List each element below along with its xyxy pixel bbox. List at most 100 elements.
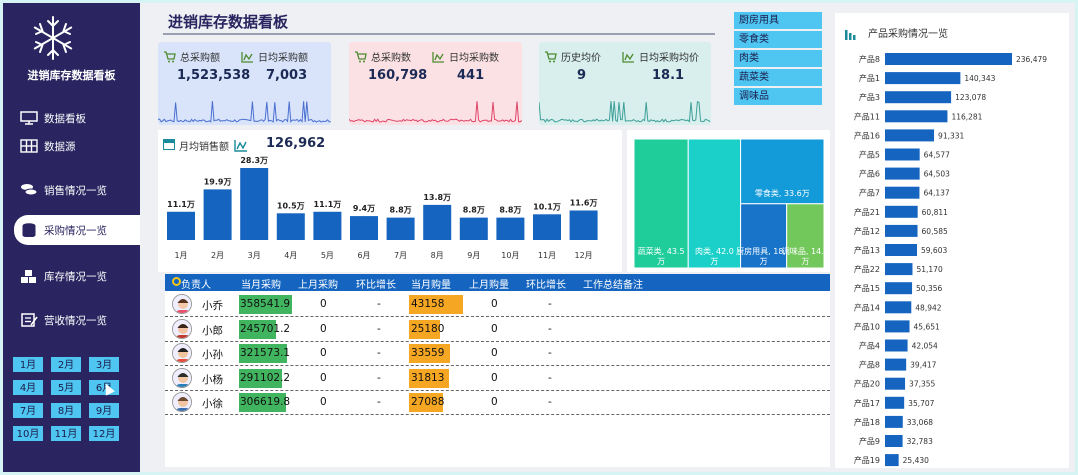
table-row[interactable]: 小乔 358541.9 0 - 43158 0 - <box>165 292 830 317</box>
purchase-growth: - <box>377 298 381 310</box>
dashboard-frame: 进销库存数据看板 数据看板数据源销售情况一览采购情况一览库存情况一览营收情况一览… <box>3 3 1075 472</box>
purchaser-name: 小徐 <box>202 398 223 410</box>
page-title: 进销库存数据看板 <box>168 13 289 31</box>
purchaser-name: 小郎 <box>202 324 223 337</box>
product-bar-2 <box>885 72 961 85</box>
sidebar-item-4[interactable]: 采购情况一览 <box>14 215 140 245</box>
previous-quantity: 0 <box>491 347 498 359</box>
sidebar-item-1[interactable]: 数据看板 <box>14 103 140 133</box>
monthly-month-label: 5月 <box>321 251 334 260</box>
monthly-month-label: 12月 <box>575 251 593 260</box>
sidebar-item-6[interactable]: 营收情况一览 <box>14 305 140 335</box>
column-header-2[interactable]: 当月采购 <box>241 276 281 291</box>
month-button-3[interactable]: 3月 <box>88 356 120 373</box>
product-value-label: 64,137 <box>923 189 949 198</box>
category-button-4[interactable]: 蔬菜类 <box>734 69 822 86</box>
current-quantity: 25180 <box>411 322 445 335</box>
month-button-10[interactable]: 10月 <box>12 425 44 442</box>
month-button-5[interactable]: 5月 <box>50 379 82 396</box>
product-bar-11 <box>885 244 918 256</box>
table-row[interactable]: 小孙 321573.1 0 - 33559 0 - <box>165 341 830 366</box>
sidebar-item-label: 采购情况一览 <box>44 224 107 237</box>
product-value-label: 64,577 <box>924 151 950 160</box>
category-button-1[interactable]: 厨房用具 <box>734 12 822 29</box>
month-button-7[interactable]: 7月 <box>12 402 44 419</box>
month-button-1[interactable]: 1月 <box>12 356 44 373</box>
boxes-icon <box>20 269 38 283</box>
app-name: 进销库存数据看板 <box>27 69 116 82</box>
category-button-2[interactable]: 零食类 <box>734 31 822 48</box>
table-grid-icon <box>20 139 38 153</box>
monthly-bar-label: 10.5万 <box>277 201 305 210</box>
month-button-11[interactable]: 11月 <box>50 425 82 442</box>
product-label: 产品4 <box>859 341 880 351</box>
product-purchase-panel: 产品采购情况一览 产品8 236,479 产品1 140,343 产品3 123,078 产… <box>835 13 1069 468</box>
kpi-value-1: 160,798 <box>368 68 428 83</box>
cart-icon <box>355 50 367 62</box>
product-bar-7 <box>885 167 920 180</box>
product-label: 产品22 <box>854 264 880 274</box>
kpi-label-text: 日均采购数 <box>449 53 499 64</box>
previous-purchase: 0 <box>320 298 327 310</box>
kpi-label-text: 总采购额 <box>180 53 220 64</box>
product-label: 产品16 <box>854 130 880 140</box>
sidebar-item-3[interactable]: 销售情况一览 <box>14 175 140 205</box>
month-button-9[interactable]: 9月 <box>88 402 120 419</box>
month-button-4[interactable]: 4月 <box>12 379 44 396</box>
product-label: 产品17 <box>854 398 880 408</box>
monthly-bar-3 <box>240 168 269 240</box>
column-header-5[interactable]: 当月购量 <box>411 276 451 291</box>
product-value-label: 35,707 <box>908 399 934 408</box>
month-button-12[interactable]: 12月 <box>88 425 120 442</box>
monthly-bar-2 <box>203 189 232 240</box>
product-value-label: 140,343 <box>964 74 995 83</box>
kpi-card-2: 总采购数 日均采购数 160,798 441 <box>349 42 522 125</box>
monthly-bar-label: 13.8万 <box>423 193 451 202</box>
product-label: 产品12 <box>854 226 880 236</box>
product-value-label: 51,170 <box>916 265 942 274</box>
category-button-3[interactable]: 肉类 <box>734 50 822 67</box>
kpi-label-1: 总采购数 <box>354 49 411 64</box>
monthly-sales-chart: 11.1万 1月 19.9万 2月 28.3万 3月 10.5万 4月 11.1万 5月 9.4万 6… <box>167 156 598 260</box>
purchase-growth: - <box>377 371 381 384</box>
column-header-8[interactable]: 工作总结备注 <box>583 276 643 291</box>
month-button-8[interactable]: 8月 <box>50 402 82 419</box>
monthly-bar-11 <box>533 214 561 240</box>
table-row[interactable]: 小杨 291102.2 0 - 31813 0 - <box>165 366 830 391</box>
quantity-growth: - <box>548 322 552 335</box>
product-value-label: 123,078 <box>955 93 986 102</box>
product-bar-20 <box>885 415 903 428</box>
table-row[interactable]: 小郎 245701.2 0 - 25180 0 - <box>165 317 830 342</box>
sidebar-item-label: 数据看板 <box>44 112 86 125</box>
column-header-1[interactable]: 负责人 <box>181 276 211 291</box>
kpi-label-text: 日均采购均价 <box>639 53 699 64</box>
product-value-label: 25,430 <box>903 456 929 465</box>
product-bar-16 <box>885 339 908 352</box>
product-value-label: 45,651 <box>914 322 940 331</box>
product-bar-13 <box>885 282 913 295</box>
column-header-3[interactable]: 上月采购 <box>298 276 338 291</box>
monthly-bar-label: 11.6万 <box>570 198 598 207</box>
sidebar-item-label: 营收情况一览 <box>44 314 107 327</box>
column-header-4[interactable]: 环比增长 <box>356 276 396 291</box>
quantity-growth: - <box>548 298 552 310</box>
category-button-5[interactable]: 调味品 <box>734 88 822 105</box>
product-bar-17 <box>885 358 907 371</box>
product-bar-21 <box>885 435 903 447</box>
column-header-6[interactable]: 上月购量 <box>469 276 509 291</box>
month-button-2[interactable]: 2月 <box>50 356 82 373</box>
trend-icon <box>241 51 253 63</box>
column-header-7[interactable]: 环比增长 <box>526 276 566 291</box>
table-row[interactable]: 小徐 306619.8 0 - 27088 0 - <box>165 390 830 415</box>
product-bar-4 <box>885 110 948 123</box>
product-value-label: 64,503 <box>924 170 950 179</box>
current-quantity: 31813 <box>411 371 445 384</box>
product-label: 产品1 <box>859 73 880 83</box>
purchase-growth: - <box>377 396 381 408</box>
sidebar-item-5[interactable]: 库存情况一览 <box>14 261 140 291</box>
database-icon <box>20 223 38 238</box>
sidebar-item-2[interactable]: 数据源 <box>14 131 140 161</box>
monthly-month-label: 2月 <box>211 251 224 260</box>
monthly-bar-9 <box>459 217 488 240</box>
kpi-label-2: 日均采购均价 <box>622 49 699 64</box>
